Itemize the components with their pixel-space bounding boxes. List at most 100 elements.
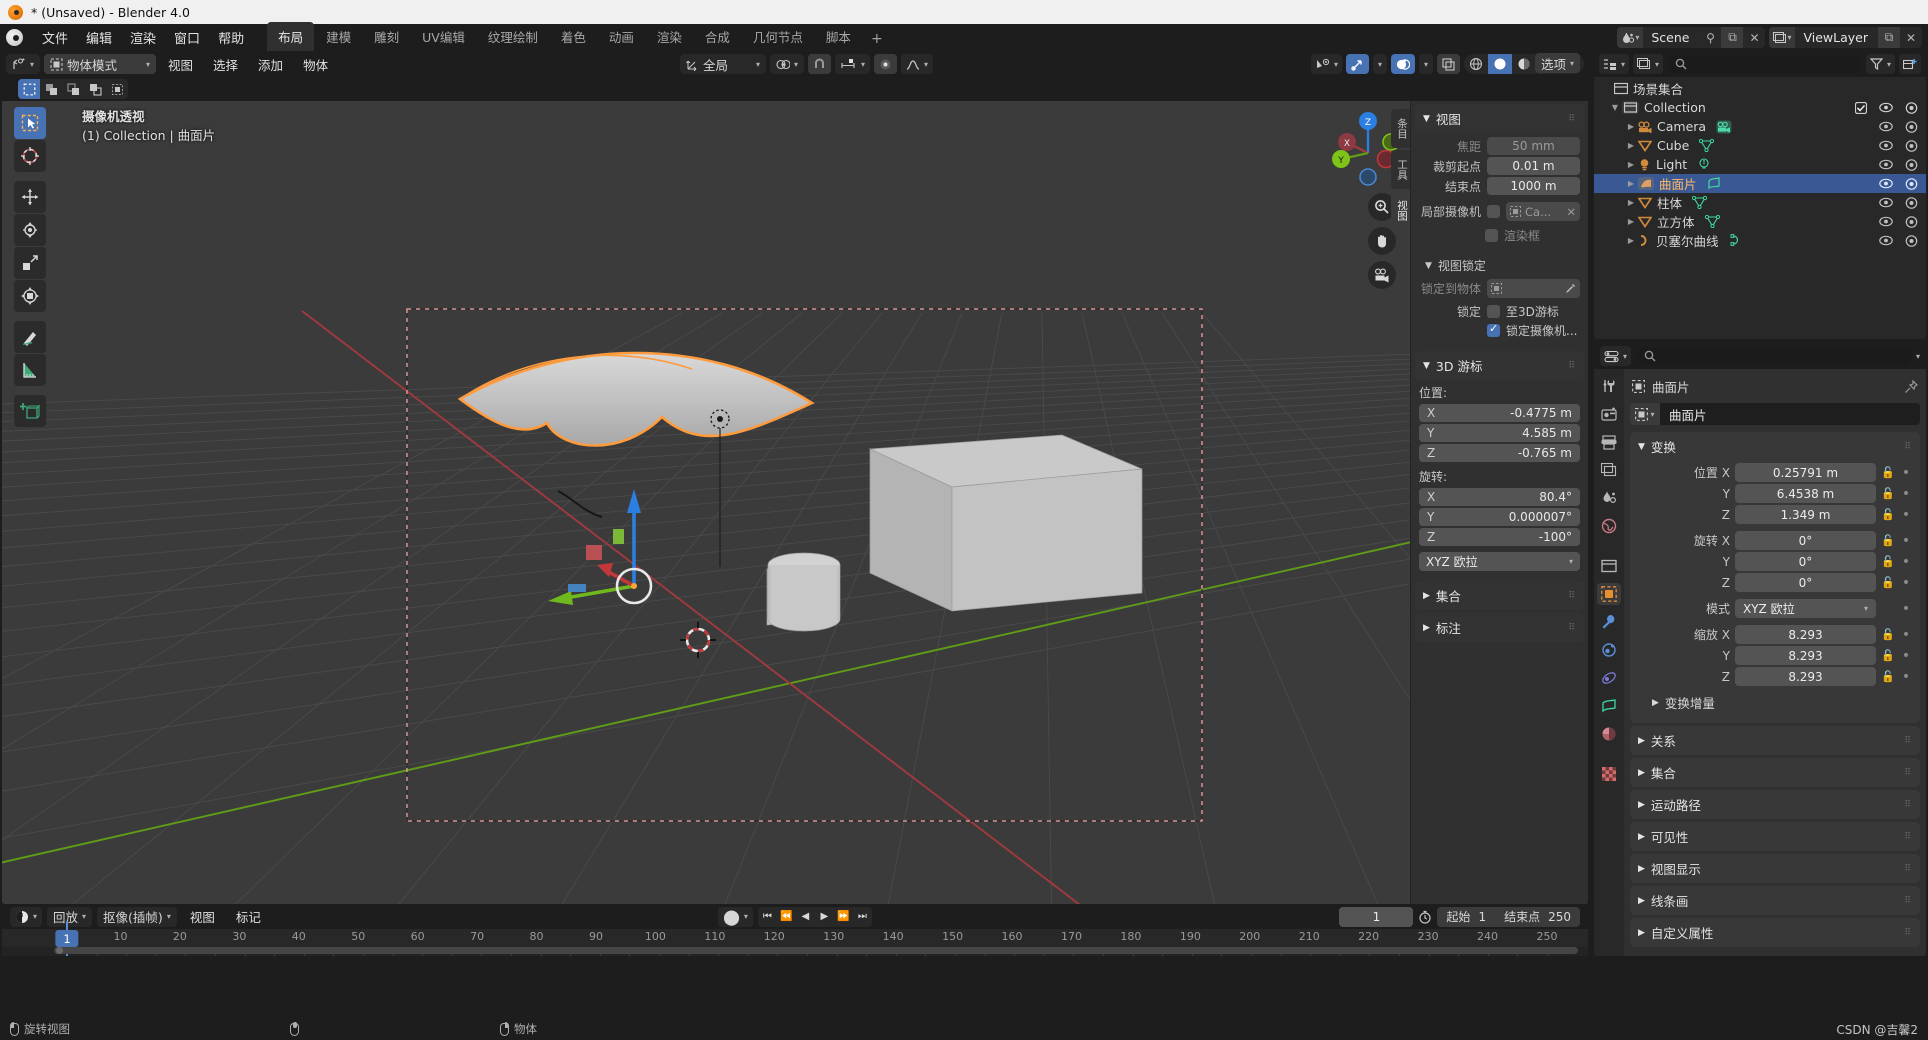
line-art-panel[interactable]: ▶ 线条画 ⠿ [1630,886,1920,915]
cursor-rotation-mode-selector[interactable]: XYZ 欧拉 ▾ [1419,552,1580,571]
properties-tab-scene[interactable] [1597,487,1621,509]
location-y-value[interactable]: 6.4538 m [1735,484,1876,503]
frame-range-field[interactable]: 起始 1 结束点 250 [1437,907,1580,927]
eyedropper-icon[interactable] [1565,283,1576,294]
viewport-options-button[interactable]: 选项 ▾ [1535,53,1580,73]
lock-to-cursor-checkbox[interactable] [1487,305,1500,318]
npanel-section-collections-header[interactable]: ▶ 集合 ⠿ [1415,581,1584,610]
eye-icon[interactable] [1879,178,1893,189]
animate-dot-icon[interactable]: • [1900,557,1912,567]
npanel-section-view-header[interactable]: ▼ 视图 ⠿ [1415,104,1584,133]
location-z-value[interactable]: 1.349 m [1735,505,1876,524]
cursor-location-x[interactable]: X-0.4775 m [1419,404,1580,422]
measure-tool-icon[interactable] [14,354,46,386]
properties-tab-particles[interactable] [1597,639,1621,661]
rotation-x-value[interactable]: 0° [1735,531,1876,550]
animate-dot-icon[interactable]: • [1900,630,1912,640]
visibility-panel[interactable]: ▶ 可见性 ⠿ [1630,822,1920,851]
scene-delete-icon[interactable]: ✕ [1743,27,1765,48]
move-tool-icon[interactable] [14,181,46,213]
select-subtract-icon[interactable] [62,79,84,99]
npanel-section-viewlock-header[interactable]: ▼ 视图锁定 [1411,253,1588,276]
workspace-tab-layout[interactable]: 布局 [267,22,314,51]
chevron-down-icon[interactable]: ▼ [1608,103,1622,112]
play-button[interactable]: ▶ [815,907,834,927]
blender-menu-icon[interactable] [6,29,23,46]
npanel-tab-view[interactable]: 视图 [1391,191,1410,230]
jump-to-end-button[interactable]: ⏭ [853,907,872,927]
gizmo-dropdown[interactable]: ▾ [1373,54,1387,74]
camera-render-icon[interactable] [1905,121,1918,133]
chevron-right-icon[interactable]: ▶ [1624,141,1638,150]
magnet-icon[interactable] [808,54,831,74]
object-icon[interactable]: ▾ [1630,403,1660,425]
outliner-item-cube[interactable]: ▶ Cube [1594,136,1926,155]
annotate-tool-icon[interactable] [14,321,46,353]
lock-icon[interactable]: 🔓 [1881,534,1895,547]
outliner-editor-type-icon[interactable]: ▾ [1599,54,1629,74]
eye-icon[interactable] [1879,235,1893,246]
properties-options-dropdown[interactable]: ▾ [1916,352,1920,361]
properties-tab-collection[interactable] [1597,555,1621,577]
npanel-section-cursor-header[interactable]: ▼ 3D 游标 ⠿ [1415,351,1584,380]
workspace-tab-geometrynodes[interactable]: 几何节点 [742,22,814,51]
viewlayer-delete-icon[interactable]: ✕ [1900,27,1922,48]
lock-icon[interactable]: 🔓 [1881,487,1895,500]
mesh-data-icon[interactable] [1699,139,1714,152]
mesh-data-icon[interactable] [1692,196,1707,209]
camera-render-icon[interactable] [1905,216,1918,228]
animate-dot-icon[interactable]: • [1900,672,1912,682]
eye-icon[interactable] [1879,159,1893,170]
timeline-keying-menu[interactable]: 抠像(插帧)▾ [97,907,177,927]
scale-tool-icon[interactable] [14,247,46,279]
chevron-right-icon[interactable]: ▶ [1624,160,1638,169]
camera-view-icon[interactable] [1368,261,1396,289]
location-x-value[interactable]: 0.25791 m [1735,463,1876,482]
lock-icon[interactable]: 🔓 [1881,628,1895,641]
drag-dots-icon[interactable]: ⠿ [1904,768,1912,778]
end-frame-value[interactable]: 250 [1548,910,1571,924]
shading-solid-icon[interactable] [1488,54,1512,74]
menu-render[interactable]: 渲染 [121,25,165,50]
scale-y-value[interactable]: 8.293 [1735,646,1876,665]
eye-icon[interactable] [1879,216,1893,227]
overlays-toggle-icon[interactable] [1391,54,1415,74]
transform-tool-icon[interactable] [14,280,46,312]
curve-data-icon[interactable] [1729,234,1743,247]
lock-camera-checkbox[interactable] [1487,324,1500,337]
properties-tab-data[interactable] [1597,695,1621,717]
prev-keyframe-button[interactable]: ⏪ [777,907,796,927]
drag-dots-icon[interactable]: ⠿ [1568,591,1576,601]
camera-render-icon[interactable] [1905,102,1918,114]
animate-dot-icon[interactable]: • [1900,578,1912,588]
cursor-rotation-x[interactable]: X80.4° [1419,488,1580,506]
rotate-tool-icon[interactable] [14,214,46,246]
outliner-item-bezier[interactable]: ▶ 贝塞尔曲线 [1594,231,1926,250]
workspace-tab-modeling[interactable]: 建模 [315,22,362,51]
drag-dots-icon[interactable]: ⠿ [1904,928,1912,938]
viewlayer-new-icon[interactable]: ⧉ [1878,27,1900,48]
animate-dot-icon[interactable]: • [1900,468,1912,478]
transform-orientation-selector[interactable]: 全局 ▾ [680,54,766,74]
cursor-rotation-z[interactable]: Z-100° [1419,528,1580,546]
overlays-dropdown[interactable]: ▾ [1419,54,1433,74]
select-extend-icon[interactable] [40,79,62,99]
menu-file[interactable]: 文件 [33,25,77,50]
outliner-item-cylinder[interactable]: ▶ 柱体 [1594,193,1926,212]
visibility-panel-header[interactable]: ▶ 可见性 ⠿ [1630,822,1920,851]
properties-tab-viewlayer[interactable] [1597,459,1621,481]
rotation-y-value[interactable]: 0° [1735,552,1876,571]
lock-icon[interactable]: 🔓 [1881,670,1895,683]
lock-icon[interactable]: 🔓 [1881,576,1895,589]
chevron-right-icon[interactable]: ▶ [1624,236,1638,245]
shading-material-icon[interactable] [1512,54,1536,74]
camera-render-icon[interactable] [1905,197,1918,209]
render-border-checkbox[interactable] [1485,229,1498,242]
drag-dots-icon[interactable]: ⠿ [1904,736,1912,746]
camera-render-icon[interactable] [1905,178,1918,190]
drag-dots-icon[interactable]: ⠿ [1904,864,1912,874]
eye-icon[interactable] [1879,140,1893,151]
eye-icon[interactable] [1879,121,1893,132]
viewport-menu-add[interactable]: 添加 [250,53,291,76]
relations-panel[interactable]: ▶ 关系 ⠿ [1630,726,1920,755]
